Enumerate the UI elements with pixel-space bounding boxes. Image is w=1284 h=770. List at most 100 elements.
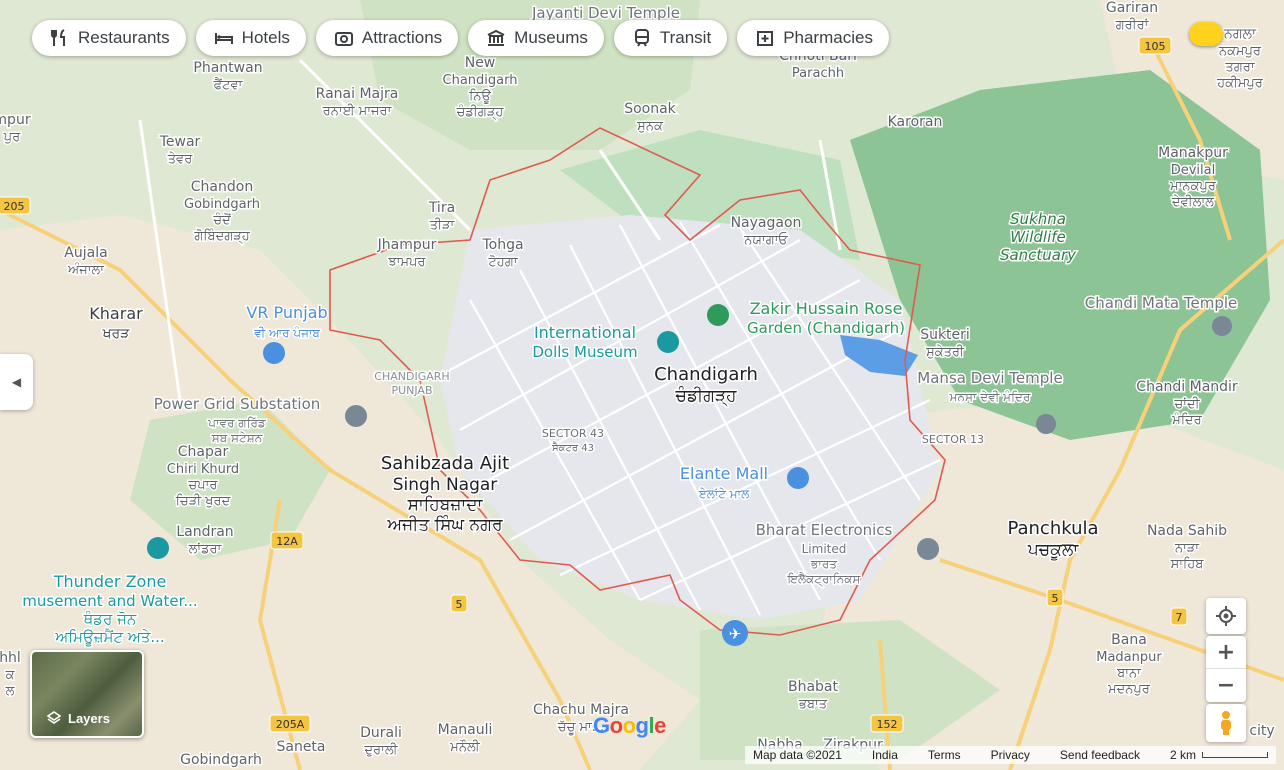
place-label-line: Gobindgarh (184, 197, 260, 212)
place-label-line: Panchkula (1007, 518, 1098, 539)
place-label-line: ਸੁਨਕ (636, 119, 664, 134)
bed-icon (214, 33, 233, 44)
chip-hotels[interactable]: Hotels (195, 20, 306, 56)
place-label-line: New (465, 55, 496, 71)
collapse-side-panel-button[interactable]: ◀ (0, 354, 33, 410)
place-label-line: hhl (0, 650, 21, 666)
place-label-line: ਮੰਦਿਰ (1171, 412, 1202, 428)
place-label-line: ਪਾਵਰ ਗਰਿੱਡ (207, 416, 267, 430)
place-label-line: ਸਾਹਿਬ (1170, 557, 1205, 572)
place-label-line: Sahibzada Ajit (381, 453, 509, 474)
chip-transit[interactable]: Transit (613, 20, 728, 56)
place-label-line: ਚਾਂਦੀ (1174, 397, 1201, 412)
terms-link[interactable]: Terms (928, 748, 961, 762)
airport-icon[interactable]: ✈ (722, 620, 748, 646)
place-label-line: Bana (1111, 632, 1147, 648)
poi-marker-bharat[interactable] (917, 538, 939, 560)
place-label-line: Elante Mall (680, 464, 768, 483)
road-shield: 205 (0, 196, 31, 215)
place-label-line: ਪਚਕੂਲਾ (1027, 540, 1080, 560)
map-footer: Map data ©2021 India Terms Privacy Send … (744, 746, 1276, 764)
place-label-chandi-mata-temple[interactable]: Chandi Mata Temple (1083, 293, 1238, 314)
poi-marker-dolls-museum[interactable] (657, 331, 679, 353)
map-canvas[interactable]: Jayanti Devi Temple GariranਗਰੀਰਾਂPhantwan… (0, 0, 1284, 770)
place-label-line: ਨਗਲਾ (1223, 26, 1257, 42)
place-label-line: ਸੁਕੇਤਰੀ (925, 345, 965, 360)
place-label-line: ਫੈਂਟਵਾ (213, 77, 244, 93)
place-label-line: Nayagaon (731, 215, 802, 231)
poi-marker-mansa-devi[interactable] (1036, 414, 1056, 434)
chip-restaurants[interactable]: Restaurants (32, 20, 186, 56)
road-shield: 105 (1138, 36, 1172, 55)
place-label-line: Manakpur (1158, 145, 1228, 161)
category-chip-bar: Restaurants Hotels Attractions Museums T… (32, 20, 889, 56)
chip-label: Attractions (361, 28, 443, 47)
layers-button[interactable]: Layers (30, 650, 144, 738)
scale-indicator[interactable]: 2 km (1170, 748, 1268, 762)
place-label-line: Gobindgarh (180, 752, 262, 768)
my-location-button[interactable] (1206, 598, 1246, 634)
place-label-line: Thunder Zone (53, 572, 167, 591)
place-label-line: ਨਕਮਪੁਰ (1218, 44, 1262, 59)
privacy-link[interactable]: Privacy (991, 748, 1030, 762)
zoom-out-button[interactable]: − (1206, 669, 1246, 701)
place-label-line: ਚੰਡੀਗੜ੍ਹ (456, 104, 505, 121)
poi-marker-thunder-zone[interactable] (147, 537, 169, 559)
place-label-line: ਗੋਬਿੰਦਗੜ੍ਹ (193, 228, 250, 245)
poi-marker-power-grid[interactable] (345, 405, 367, 427)
place-label-line: Wildlife (1010, 228, 1066, 246)
road-shield: 5 (1046, 588, 1064, 607)
place-label-line: ਭਾਰਤ (810, 557, 837, 571)
place-label-line: ਅਮਿਊਜ਼ਮੈਂਟ ਅਤੇ... (54, 628, 164, 646)
place-label-line: ਥੰਡਰ ਜੋਨ (83, 610, 137, 628)
road-shield-number: 7 (1176, 611, 1183, 624)
fork-knife-icon (51, 29, 65, 46)
poi-marker-vr-punjab[interactable] (263, 342, 285, 364)
place-label-line: Soonak (624, 101, 676, 117)
place-label-line: ਝਾਮਪਰ (388, 255, 427, 270)
place-label-line: Sukteri (920, 327, 970, 343)
scale-label: 2 km (1169, 748, 1196, 762)
place-label-line: ਰਨਾਈ ਮਾਜਰਾ (322, 104, 393, 119)
layers-label: Layers (68, 710, 110, 726)
place-label-line: Chandi Mata Temple (1085, 294, 1237, 312)
region-link[interactable]: India (872, 748, 898, 762)
place-label-edge-city: city (1248, 722, 1276, 741)
place-label-vr-punjab[interactable]: VR Punjab ਵੀ ਆਰ ਪੰਜਾਬ (245, 302, 329, 342)
place-label-line: ਤਗਰਾ (1224, 60, 1255, 75)
poi-marker-chandi-mata[interactable] (1212, 316, 1232, 336)
place-label-line: ਲਾਂਡਰਾ (188, 542, 223, 557)
place-label-line: ਨਿਊ (468, 89, 491, 104)
chip-pharmacies[interactable]: Pharmacies (737, 20, 889, 56)
zoom-control: + − (1206, 636, 1246, 702)
poi-marker-rose-garden[interactable] (707, 304, 729, 326)
place-label-line: ਚਿੜੀ ਖੁਰਦ (175, 494, 231, 509)
road-shield-number: 205A (276, 718, 305, 731)
chip-label: Restaurants (78, 28, 170, 47)
place-label-line: Karoran (888, 114, 943, 130)
road-shield-number: 152 (877, 718, 898, 731)
place-label-line: Saneta (276, 739, 325, 755)
brand-badge (1189, 22, 1223, 46)
place-label-line: Aujala (64, 245, 107, 261)
road-shield-number: 5 (1052, 592, 1059, 605)
chip-museums[interactable]: Museums (468, 20, 604, 56)
map-data-attribution: Map data ©2021 (752, 748, 842, 762)
place-label-line: Parachh (792, 66, 844, 81)
place-label-line: ਮਨਸਾ ਦੇਵੀ ਮੰਦਿਰ (949, 390, 1031, 404)
zoom-in-button[interactable]: + (1206, 637, 1246, 669)
google-logo: Google (593, 713, 666, 738)
place-label-line: Chandon (191, 179, 253, 195)
poi-marker-elante[interactable] (787, 467, 809, 489)
road-shield-number: 105 (1145, 40, 1166, 53)
street-view-pegman-button[interactable] (1206, 704, 1246, 742)
place-label-line: ਮਨੌਲੀ (449, 740, 480, 755)
chip-attractions[interactable]: Attractions (315, 20, 459, 56)
place-label-line: SECTOR 13 (922, 433, 984, 446)
train-icon (634, 29, 649, 47)
place-label-line: Chandi Mandir (1136, 379, 1238, 395)
place-label-line: Chandigarh (443, 73, 518, 88)
road-shield-number: 5 (456, 598, 463, 611)
place-label-line: ਦੇਵੀਲਾਲ (1171, 195, 1214, 210)
send-feedback-link[interactable]: Send feedback (1060, 748, 1140, 762)
